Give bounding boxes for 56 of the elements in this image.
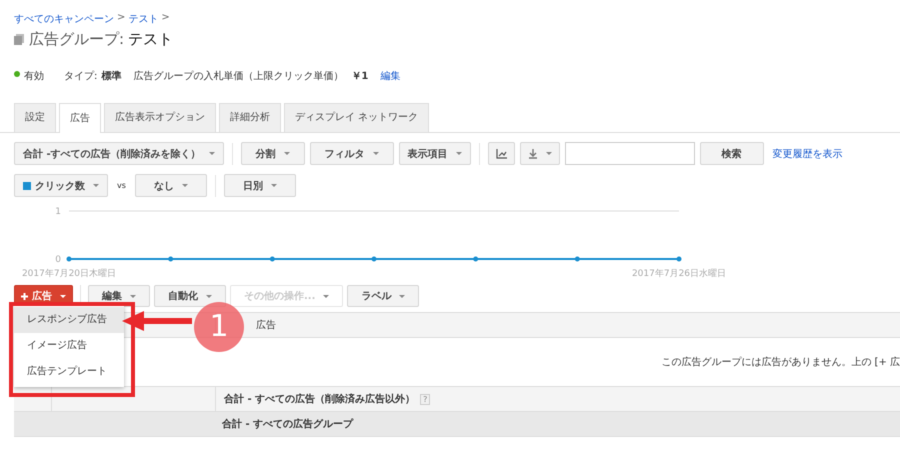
y-tick: 1 [55, 207, 61, 217]
tab[interactable]: 詳細分析 [219, 103, 281, 132]
data-point [473, 256, 478, 262]
empty-message: この広告グループには広告がありません。上の [+ 広 [661, 356, 900, 369]
breadcrumb-separator: > [117, 12, 126, 25]
data-point [270, 256, 275, 262]
breadcrumb-link[interactable]: すべてのキャンペーン [14, 12, 114, 26]
segment-dropdown[interactable]: 分割 [240, 142, 305, 165]
group-total-label: 合計 - すべての広告グループ [221, 417, 354, 431]
action-dropdown[interactable]: 自動化 [154, 285, 226, 307]
metric-dropdown[interactable]: クリック数 [14, 174, 108, 197]
data-point [574, 256, 580, 262]
x-tick: 2017年7月26日水曜日 [632, 269, 726, 279]
arrow-icon [122, 311, 192, 331]
total-label: 合計 - すべての広告（削除済み広告以外） [224, 392, 416, 406]
page-title-label: 広告グループ: [29, 30, 124, 49]
bid-label: 広告グループの入札単価（上限クリック単価） [133, 70, 344, 83]
vs-label: vs [117, 181, 126, 190]
data-point [676, 256, 682, 262]
compare-dropdown[interactable]: なし [134, 174, 207, 197]
type-label: タイプ: [64, 70, 98, 83]
tab[interactable]: 広告表示オプション [104, 103, 216, 132]
download-button[interactable] [520, 142, 560, 165]
plus-icon [21, 292, 28, 300]
breadcrumb-separator: > [161, 12, 170, 25]
scope-dropdown[interactable]: 合計 -すべての広告（削除済みを除く） [14, 142, 224, 165]
breadcrumb-link[interactable]: テスト [128, 12, 158, 26]
filter-dropdown[interactable]: フィルタ [310, 142, 394, 165]
download-icon [528, 148, 538, 158]
edit-link[interactable]: 編集 [380, 69, 400, 83]
ad-group-icon [14, 34, 24, 45]
columns-dropdown[interactable]: 表示項目 [398, 142, 471, 165]
chart-icon [496, 148, 507, 158]
status-label: 有効 [24, 70, 44, 83]
x-tick: 2017年7月20日木曜日 [22, 269, 116, 279]
type-value: 標準 [101, 70, 122, 83]
period-dropdown[interactable]: 日別 [224, 174, 296, 197]
data-point [66, 256, 72, 262]
data-point [168, 256, 174, 262]
step-badge: 1 [194, 302, 244, 352]
tab[interactable]: ディスプレイ ネットワーク [284, 103, 430, 132]
y-tick: 0 [55, 255, 61, 265]
change-history-link[interactable]: 変更履歴を表示 [772, 146, 843, 160]
menu-item[interactable]: イメージ広告 [14, 333, 124, 359]
bid-value: ￥1 [351, 70, 368, 83]
menu-item[interactable]: 広告テンプレート [14, 359, 124, 385]
search-field[interactable] [564, 142, 695, 165]
column-header: 広告 [255, 318, 276, 332]
chart-button[interactable] [488, 142, 515, 165]
search-button[interactable]: 検索 [700, 142, 764, 165]
tab[interactable]: 広告 [59, 103, 101, 133]
action-dropdown[interactable]: ラベル [347, 285, 420, 307]
page-title: テスト [128, 30, 174, 49]
tab[interactable]: 設定 [14, 103, 56, 132]
menu-item[interactable]: レスポンシブ広告 [14, 307, 124, 333]
data-point [372, 256, 376, 262]
